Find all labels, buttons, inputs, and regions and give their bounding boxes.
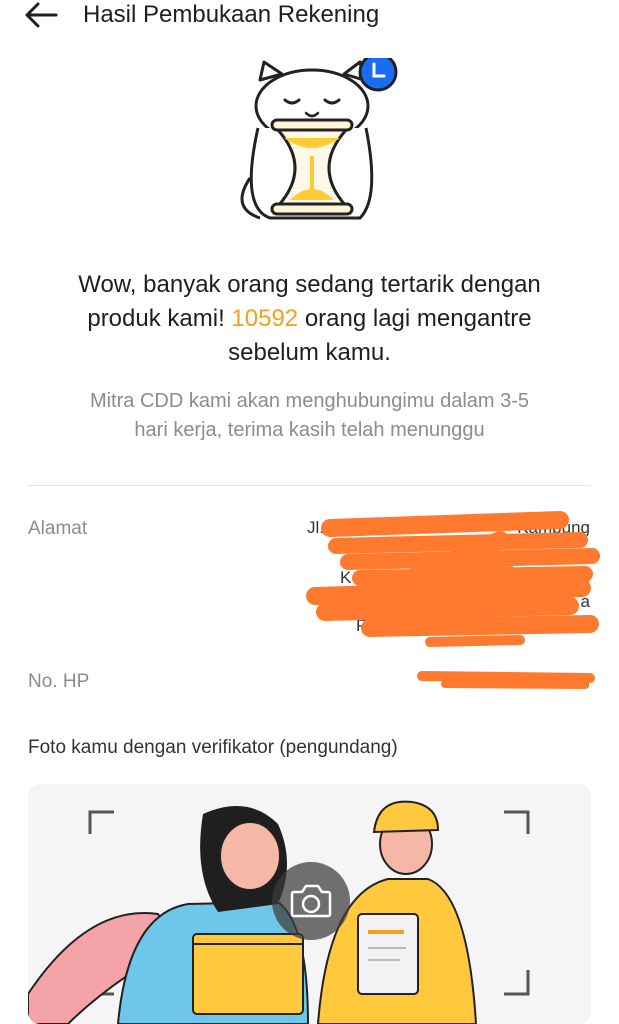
photo-section-title: Foto kamu dengan verifikator (pengundang… <box>28 737 398 758</box>
camera-button[interactable] <box>272 862 350 940</box>
camera-icon <box>290 884 332 918</box>
verification-photo-upload[interactable] <box>28 784 591 1024</box>
